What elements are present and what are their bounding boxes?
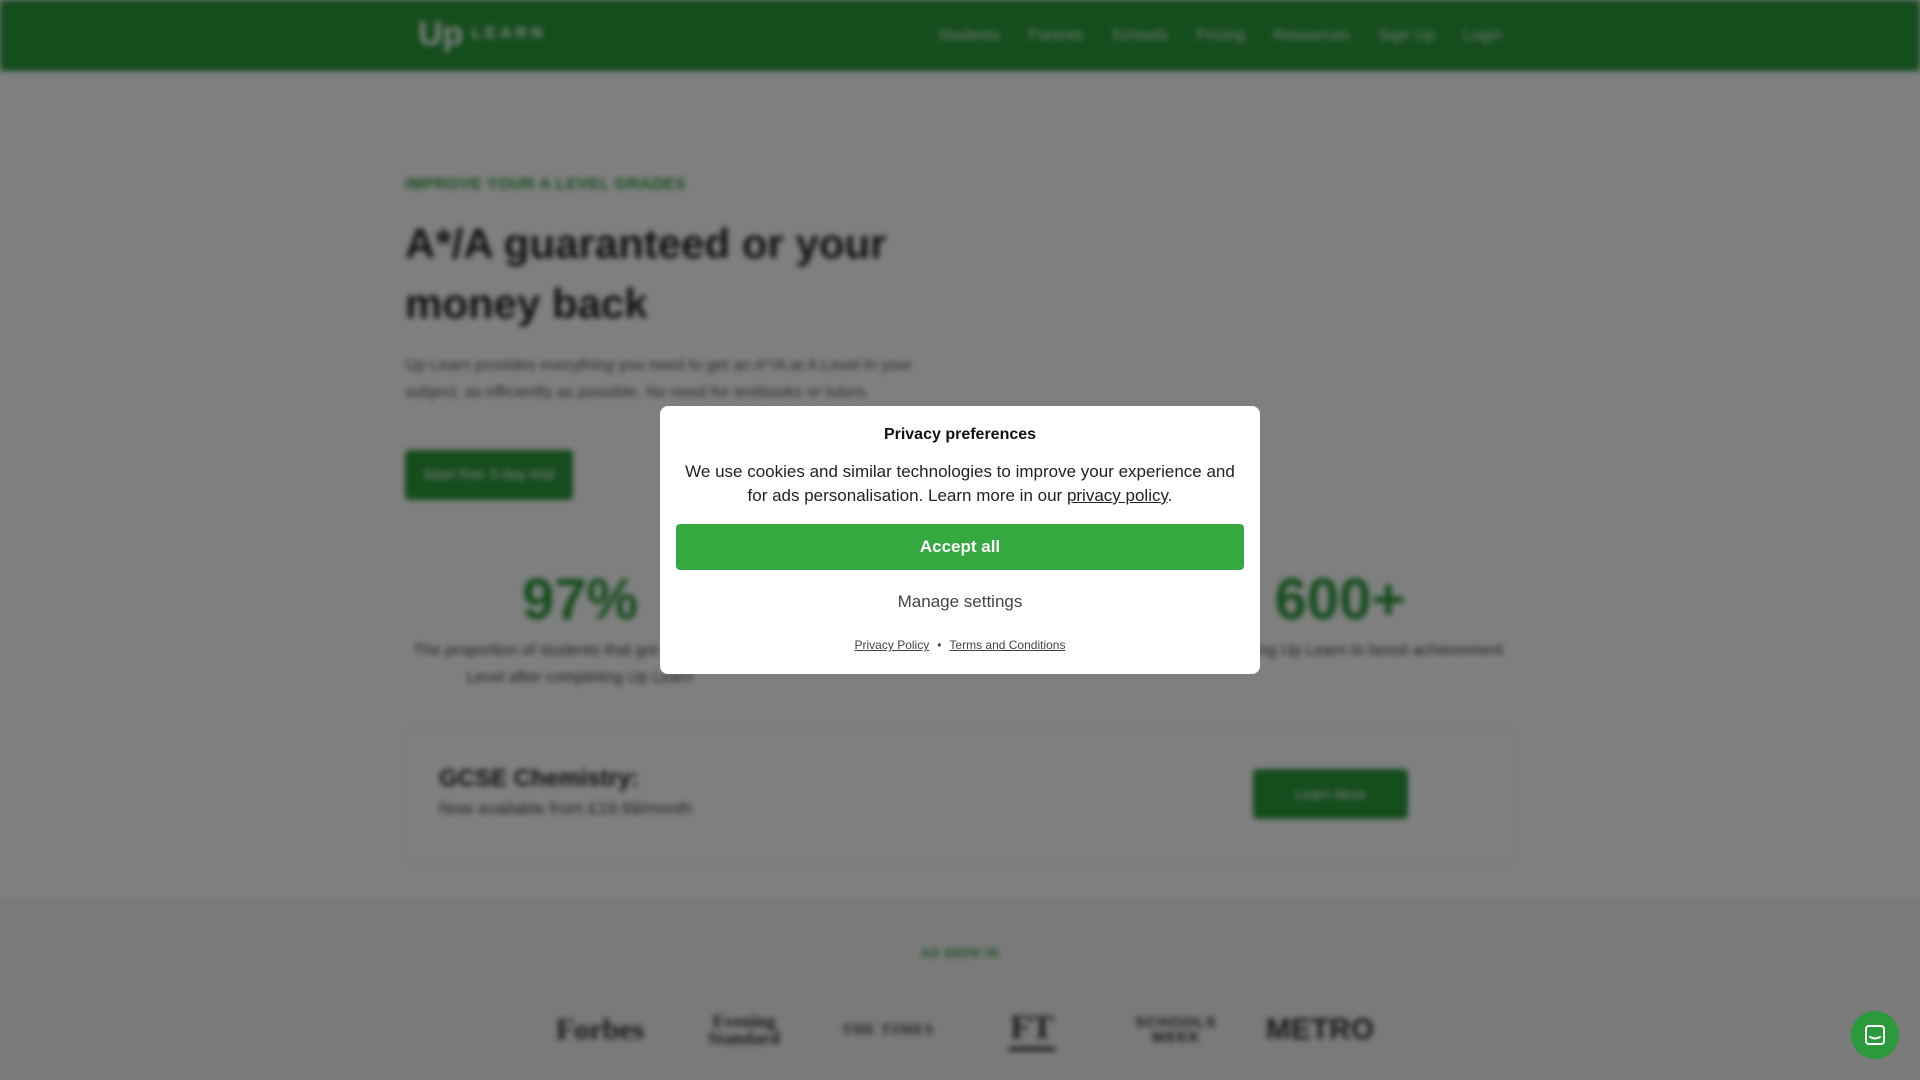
dialog-footer-links: Privacy Policy • Terms and Conditions (660, 638, 1260, 652)
privacy-preferences-dialog: Privacy preferences We use cookies and s… (660, 406, 1260, 674)
dialog-title: Privacy preferences (883, 426, 1037, 443)
chat-bubble-icon (1865, 1025, 1885, 1045)
footer-terms-link[interactable]: Terms and Conditions (949, 638, 1065, 652)
privacy-policy-link[interactable]: privacy policy (1067, 486, 1168, 505)
footer-privacy-policy-link[interactable]: Privacy Policy (855, 638, 930, 652)
manage-settings-button[interactable]: Manage settings (660, 592, 1260, 612)
body-suffix: . (1167, 486, 1173, 505)
footer-separator: • (937, 638, 942, 652)
accept-all-button[interactable]: Accept all (676, 524, 1244, 570)
dialog-body: We use cookies and similar technologies … (684, 460, 1236, 508)
chat-launcher-button[interactable] (1851, 1011, 1899, 1059)
